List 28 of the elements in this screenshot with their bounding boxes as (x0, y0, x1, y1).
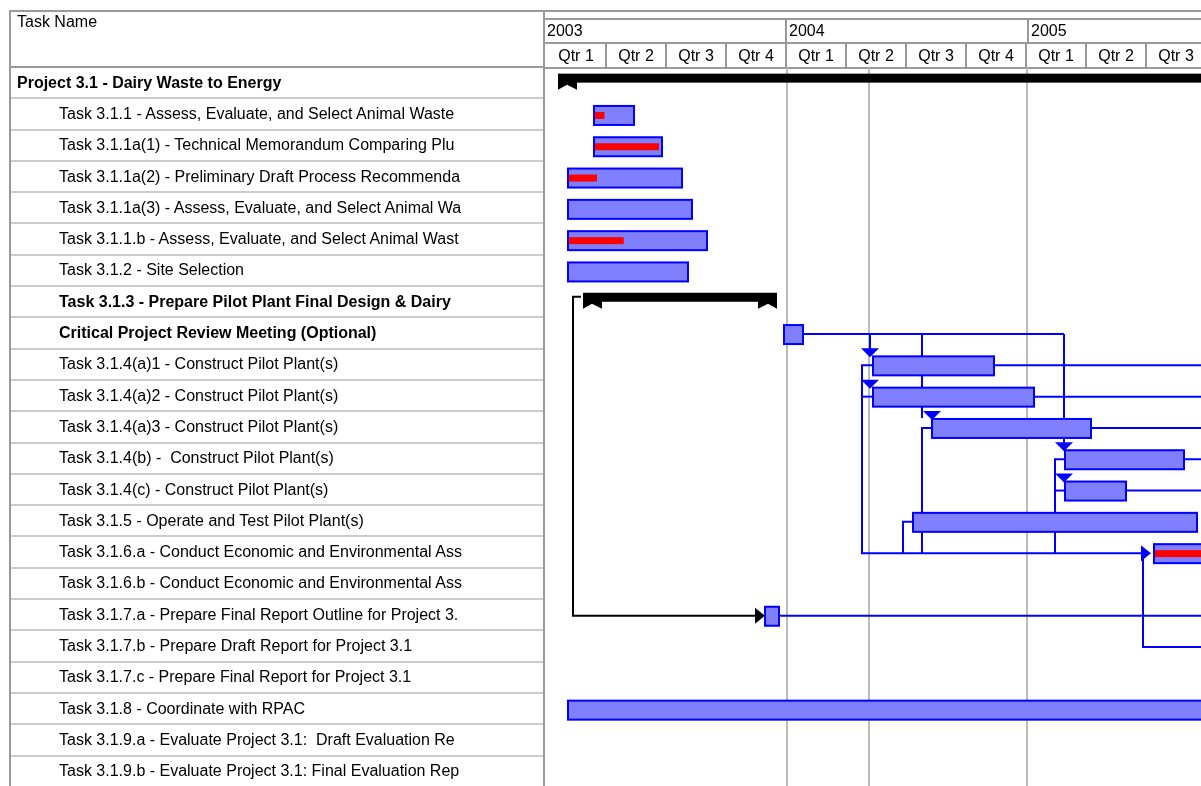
task-name: Task 3.1.4(b) - Construct Pilot Plant(s) (58, 449, 334, 468)
column-header: Task Name (17, 13, 98, 30)
task-name: Task 3.1.4(a)1 - Construct Pilot Plant(s) (58, 355, 339, 374)
task-name: Task 3.1.1a(3) - Assess, Evaluate, and Select Animal Wa (58, 198, 462, 217)
task-name: Project 3.1 - Dairy Waste to Energy (16, 73, 282, 92)
task-name: Task 3.1.3 - Prepare Pilot Plant Final Design & Dairy (58, 292, 451, 311)
year-label: 2004 (787, 20, 1029, 42)
task-bar (593, 104, 635, 126)
task-name: Task 3.1.4(c) - Construct Pilot Plant(s) (58, 480, 329, 499)
task-name: Task 3.1.1a(2) - Preliminary Draft Process Recommenda (58, 167, 461, 186)
year-label: 2005 (1029, 20, 1201, 42)
task-name: Task 3.1.1.b - Assess, Evaluate, and Select Animal Wast (58, 230, 459, 249)
year-label: 2003 (545, 20, 787, 42)
task-name: Task 3.1.5 - Operate and Test Pilot Plant(s) (58, 511, 364, 530)
task-name: Task 3.1.4(a)3 - Construct Pilot Plant(s) (58, 417, 339, 436)
task-name: Task 3.1.7.c - Prepare Final Report for Project 3.1 (58, 668, 412, 687)
task-name: Task 3.1.7.b - Prepare Draft Report for Project 3.1 (58, 637, 413, 655)
task-name: Task 3.1.6.a - Conduct Economic and Environmental Ass (58, 543, 462, 562)
task-name: Task 3.1.9.a - Evaluate Project 3.1: Draft Evaluation Re (58, 730, 455, 749)
task-name: Critical Project Review Meeting (Optional) (58, 324, 377, 342)
task-name: Task 3.1.9.b - Evaluate Project 3.1: Final Evaluation Rep (58, 762, 460, 781)
task-name: Task 3.1.8 - Coordinate with RPAC (58, 699, 306, 718)
task-name: Task 3.1.1a(1) - Technical Memorandum Comparing Plu (58, 136, 455, 155)
task-name: Task 3.1.6.b - Conduct Economic and Environmental Ass (58, 574, 462, 593)
task-name: Task 3.1.4(a)2 - Construct Pilot Plant(s) (58, 386, 339, 405)
task-name: Task 3.1.7.a - Prepare Final Report Outline for Project 3. (58, 605, 459, 624)
task-name: Task 3.1.2 - Site Selection (58, 261, 244, 280)
task-name: Task 3.1.1 - Assess, Evaluate, and Select Animal Waste (58, 104, 455, 123)
